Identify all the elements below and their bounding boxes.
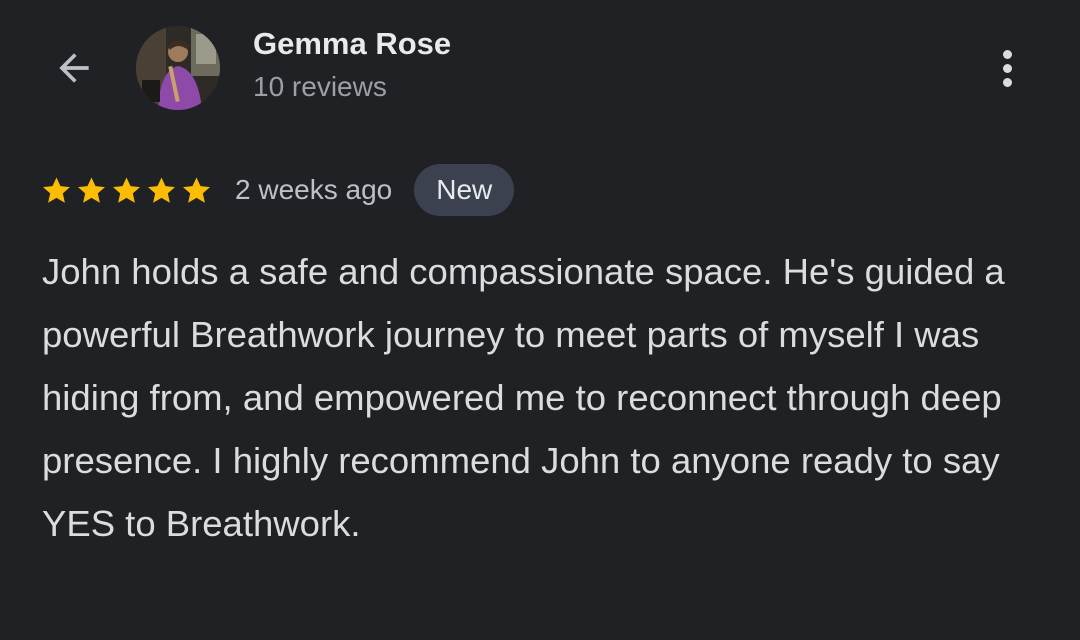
review-header: Gemma Rose 10 reviews <box>0 0 1080 140</box>
more-vert-icon-dot <box>1002 77 1012 87</box>
more-vert-icon <box>1002 49 1012 59</box>
back-button[interactable] <box>46 40 102 96</box>
review-time: 2 weeks ago <box>235 174 393 205</box>
user-name[interactable]: Gemma Rose <box>253 26 451 62</box>
avatar[interactable] <box>136 26 220 110</box>
review-count[interactable]: 10 reviews <box>253 71 387 103</box>
star-icon <box>148 176 175 203</box>
star-icon <box>113 176 140 203</box>
star-rating <box>40 174 213 207</box>
new-badge: New <box>414 164 515 216</box>
avatar-photo <box>136 26 220 110</box>
review-meta: 2 weeks ago New <box>40 164 515 216</box>
star-icon <box>183 176 210 203</box>
star-icon <box>78 176 105 203</box>
arrow-back-icon <box>59 53 89 83</box>
star-icon <box>43 176 70 203</box>
more-vert-icon-dot <box>1002 63 1012 73</box>
more-options-button[interactable] <box>982 40 1032 96</box>
review-text: John holds a safe and compassionate spac… <box>42 251 1005 544</box>
